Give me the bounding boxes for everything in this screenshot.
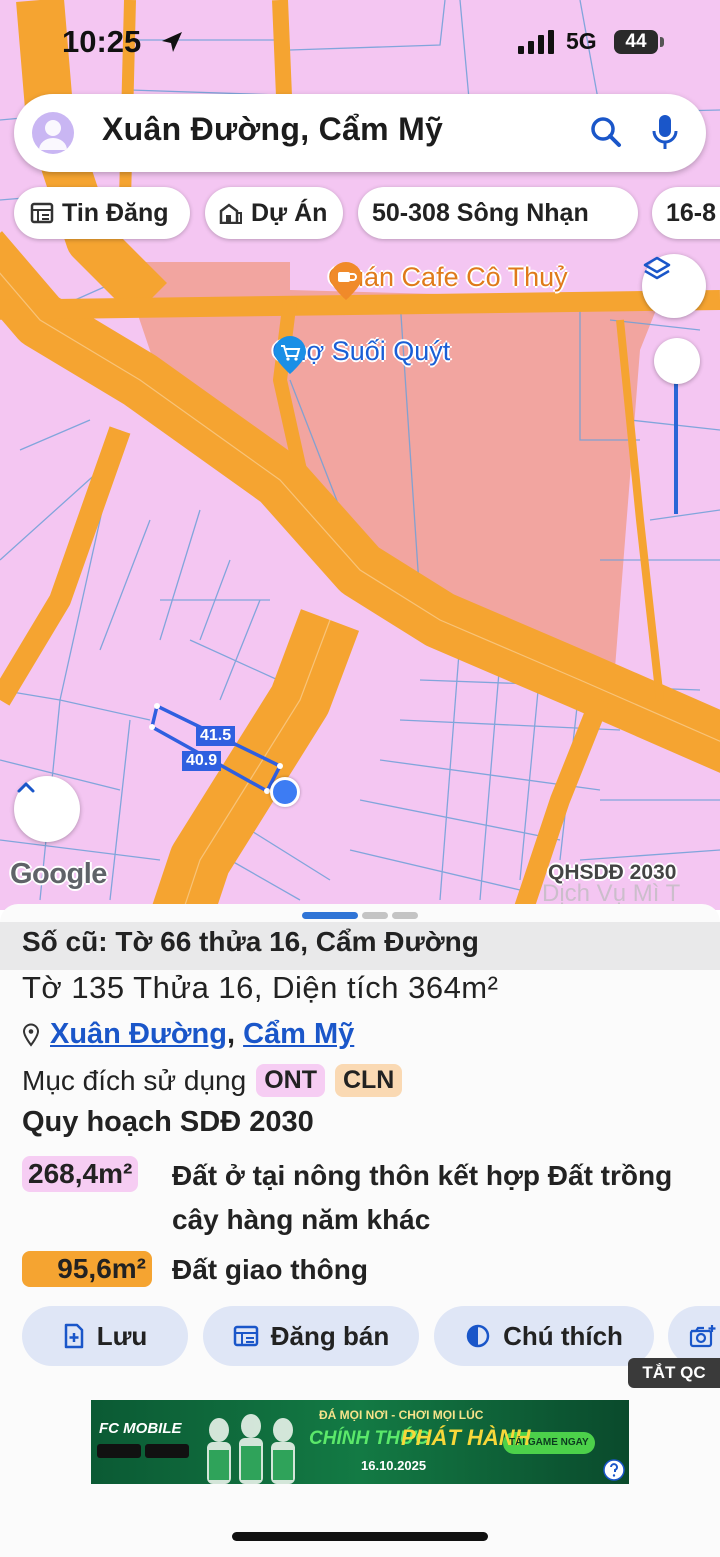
land-use-tag: ONT [256,1064,325,1097]
building-icon [219,203,242,224]
purpose-label: Mục đích sử dụng [22,1064,247,1096]
plan-title: Quy hoạch SDĐ 2030 [22,1106,314,1138]
area-badge: 268,4m² [22,1156,139,1192]
save-label: Lưu [96,1320,148,1351]
contrast-icon [466,1324,490,1348]
sheet-handle[interactable] [392,912,418,919]
address-separator: , [226,1018,236,1050]
status-time: 10:25 [62,24,142,59]
battery-indicator: 44 [614,30,658,54]
search-bar[interactable]: Xuân Đường, Cẩm Mỹ [14,94,706,172]
chip-label: 50-308 Sông Nhạn [372,198,589,227]
location-arrow-icon [162,32,182,52]
area-description: Đất ở tại nông thôn kết hợp Đất trồng câ… [172,1160,673,1235]
chip-label: Dự Án [251,198,328,227]
chip-listings[interactable]: Tin Đăng [14,187,190,239]
google-logo: Google [10,858,107,890]
add-photo-icon [689,1325,716,1348]
cafe-pin-icon [330,262,362,300]
ad-cta: TẢI GAME NGAY [509,1437,589,1448]
ad-date: 16.10.2025 [361,1458,427,1473]
chip-projects[interactable]: Dự Án [205,187,343,239]
current-location-dot [270,777,300,807]
area-badge: 95,6m² [22,1251,152,1287]
dimension-label-top: 41.5 [196,726,236,746]
area-description: Đất giao thông [172,1254,368,1285]
expand-button[interactable] [14,776,80,842]
post-label: Đăng bán [270,1320,390,1351]
layers-button[interactable] [642,254,706,318]
ad-banner[interactable]: FC MOBILE ĐÁ MỌI NƠI - CHƠI MỌI LÚC CHÍN… [91,1400,629,1484]
sheet-handle[interactable] [362,912,388,919]
sheet-handle-active[interactable] [302,912,358,919]
opacity-slider-handle[interactable] [654,338,700,384]
microphone-icon[interactable] [650,112,680,152]
opacity-slider-track[interactable] [674,362,678,514]
search-icon[interactable] [588,114,624,150]
legend-button[interactable]: Chú thích [434,1306,654,1366]
parcel-info-sheet: Số cũ: Tờ 66 thửa 16, Cẩm Đường Tờ 135 T… [0,904,720,1557]
land-use-purpose: Mục đích sử dụng ONT CLN [22,1064,403,1097]
location-pin-icon [22,1023,40,1047]
network-type: 5G [566,28,597,54]
listing-icon [30,202,54,224]
hide-ad-button[interactable]: TẮT QC [628,1358,720,1388]
user-avatar-icon [39,120,67,150]
listing-icon [233,1325,259,1347]
home-indicator [232,1532,488,1541]
ad-tagline: ĐÁ MỌI NƠI - CHƠI MỌI LÚC [319,1408,484,1422]
avatar[interactable] [32,112,74,154]
shopping-cart-pin-icon [274,336,306,374]
search-input[interactable]: Xuân Đường, Cẩm Mỹ [102,111,443,148]
dimension-label-bottom: 40.9 [182,751,222,771]
chevron-up-icon [17,782,35,793]
poi-cafe[interactable]: Quán Cafe Cô Thuỷ [328,262,568,300]
chip-address[interactable]: 50-308 Sông Nhạn [358,187,638,239]
poi-market[interactable]: Chợ Suối Quýt [272,336,450,374]
chip-partial[interactable]: 16-8 [652,187,720,239]
old-parcel-text: Số cũ: Tờ 66 thửa 16, Cẩm Đường [22,926,479,957]
post-listing-button[interactable]: Đăng bán [203,1306,419,1366]
chip-label: 16-8 [666,198,717,227]
add-document-icon [64,1323,83,1349]
layers-icon [643,256,671,280]
parcel-address: Xuân Đường, Cẩm Mỹ [22,1018,354,1051]
ad-info-icon[interactable] [602,1458,626,1482]
battery-tip [660,37,664,47]
legend-label: Chú thích [503,1320,623,1351]
chip-label: Tin Đăng [62,198,169,227]
address-link-commune[interactable]: Xuân Đường [50,1018,227,1050]
land-use-tag: CLN [334,1064,403,1097]
old-parcel-number: Số cũ: Tờ 66 thửa 16, Cẩm Đường [0,922,720,970]
ad-brand: FC MOBILE [99,1420,182,1437]
address-link-district[interactable]: Cẩm Mỹ [243,1018,354,1050]
status-bar: 10:25 5G 44 [0,0,720,86]
planning-layer-label: QHSDĐ 2030 [548,861,677,884]
save-button[interactable]: Lưu [22,1306,188,1366]
signal-icon [518,30,554,54]
parcel-info: Tờ 135 Thửa 16, Diện tích 364m² [22,970,499,1005]
camera-button[interactable] [668,1306,720,1366]
